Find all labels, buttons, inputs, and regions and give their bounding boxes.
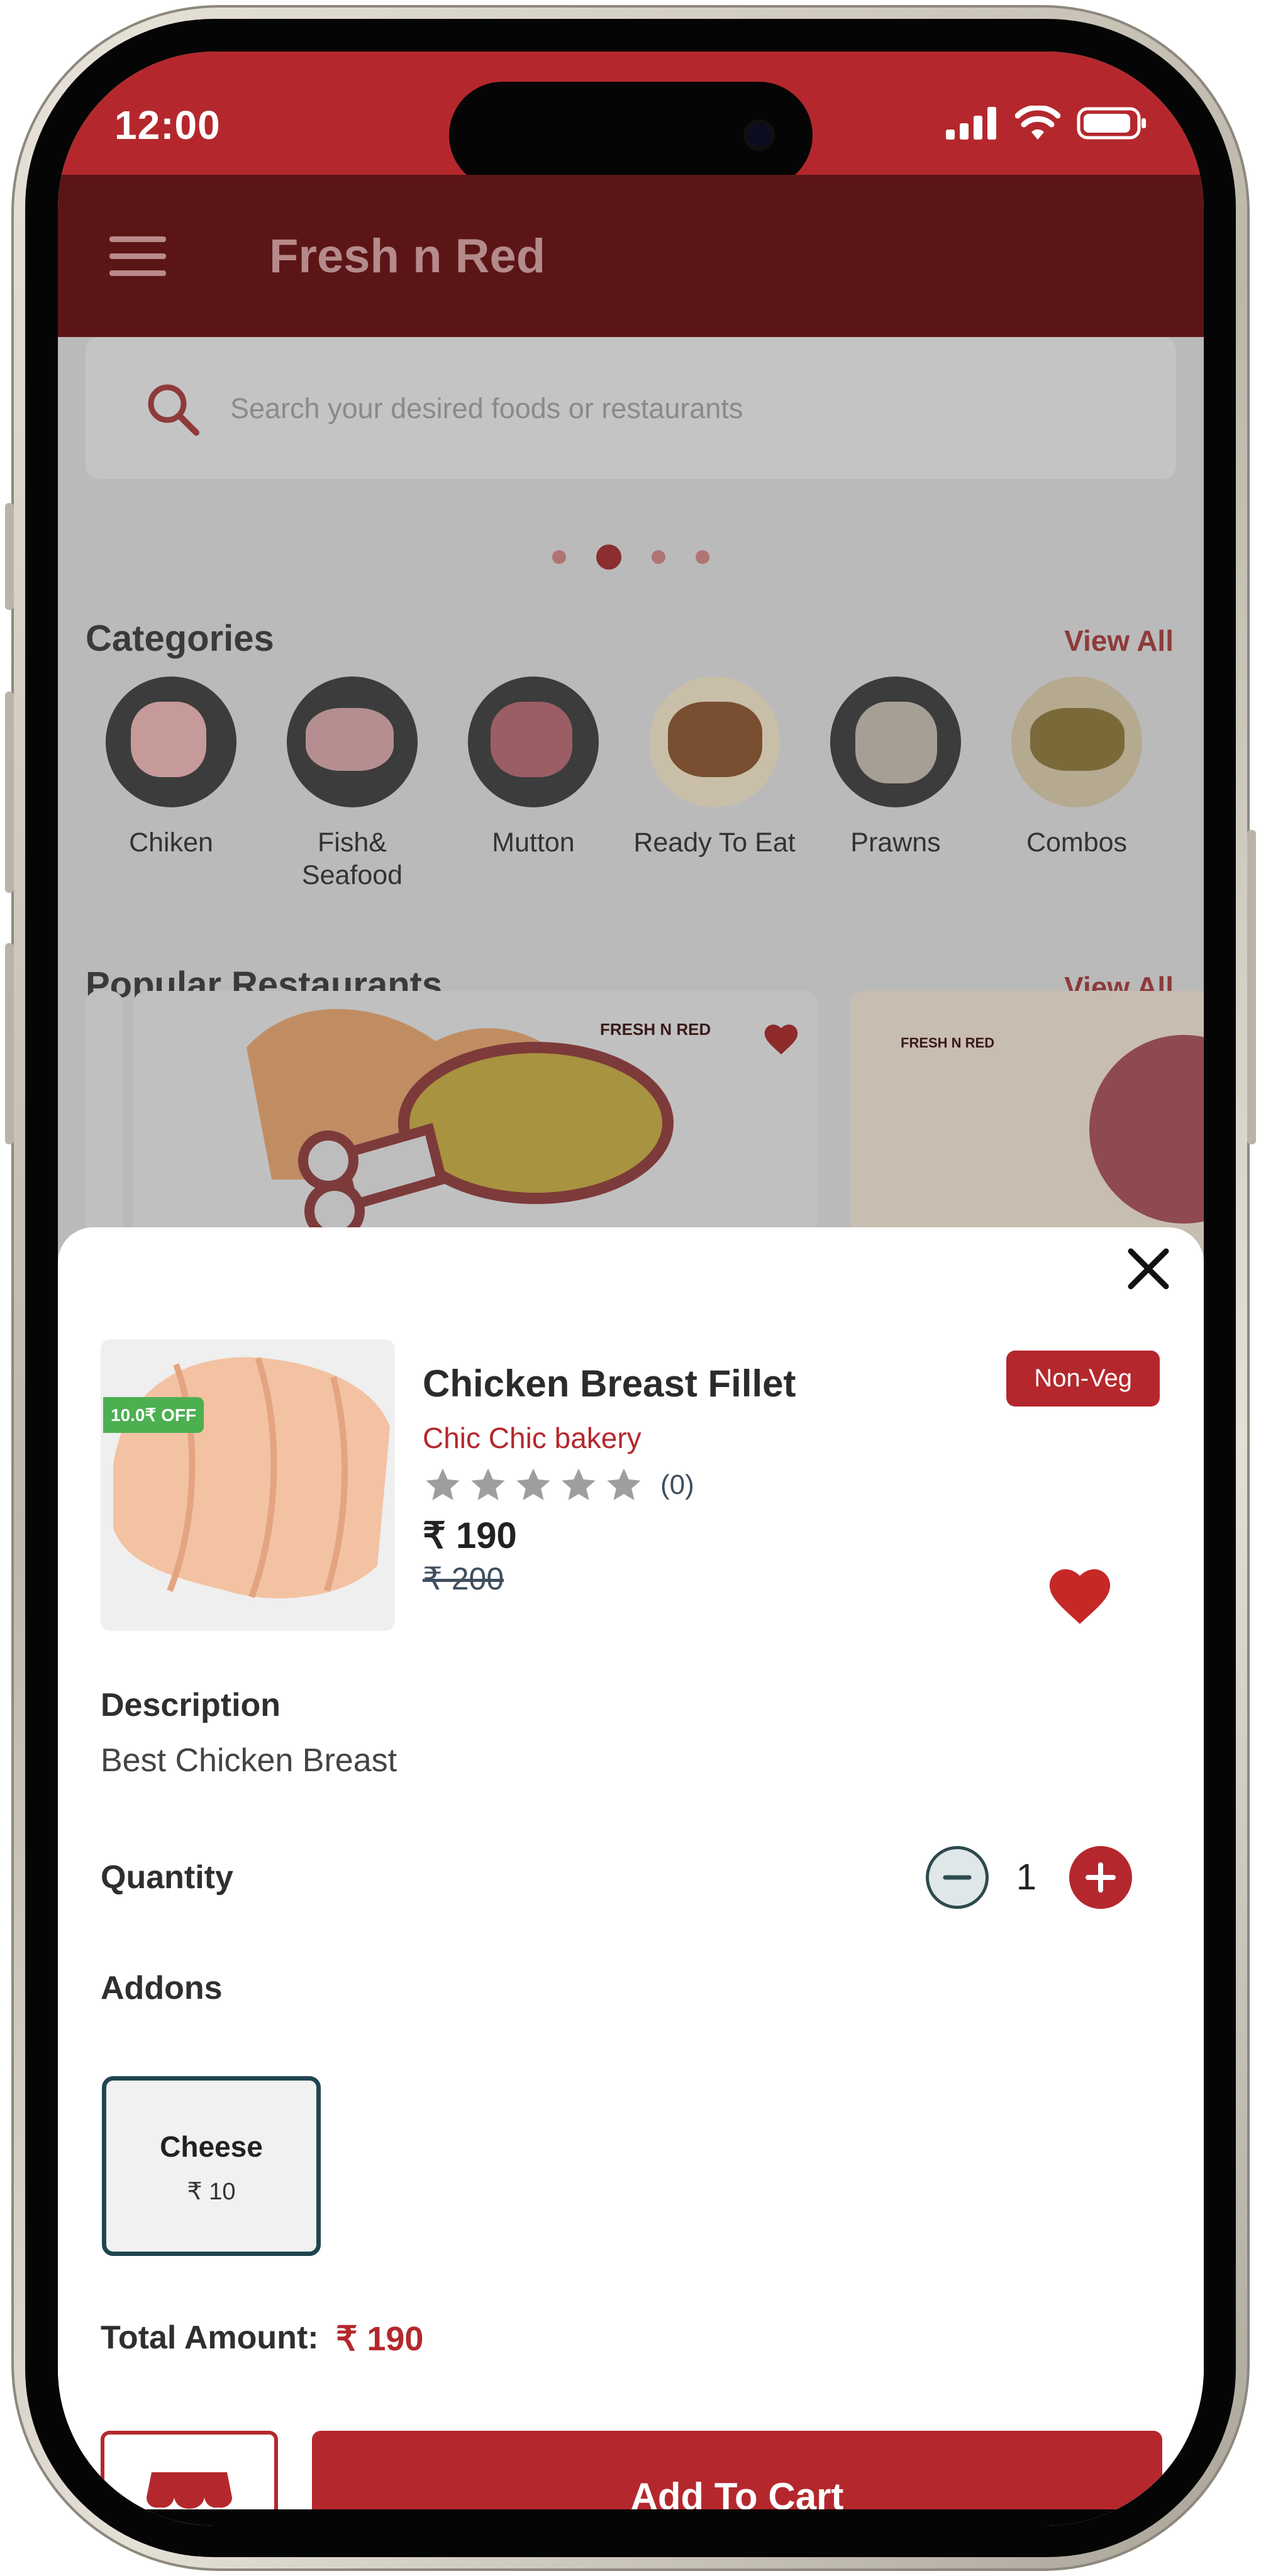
product-name: Chicken Breast Fillet (423, 1363, 796, 1405)
category-item-chiken[interactable]: Chiken (83, 677, 259, 892)
heart-icon[interactable] (1045, 1561, 1114, 1630)
screen-bottom-edge (58, 2509, 1204, 2526)
rating-count: (0) (660, 1469, 694, 1500)
quantity-increase-button[interactable] (1069, 1846, 1132, 1909)
quantity-label: Quantity (101, 1859, 233, 1896)
category-image (468, 677, 599, 807)
battery-icon (1077, 107, 1146, 140)
star-icon (516, 1468, 550, 1500)
status-icons (946, 106, 1147, 140)
category-item-prawns[interactable]: Prawns (808, 677, 984, 892)
app-bar: Fresh n Red (58, 175, 1204, 337)
heart-icon[interactable] (762, 1021, 800, 1056)
quantity-value: 1 (1016, 1857, 1036, 1898)
addon-price: ₹ 10 (187, 2179, 236, 2205)
category-item-combos[interactable]: Combos (989, 677, 1165, 892)
volume-up-button (5, 692, 14, 893)
carousel-dot-active[interactable] (596, 544, 621, 570)
close-icon[interactable] (1118, 1239, 1179, 1299)
chicken-fillet-image (113, 1357, 390, 1598)
restaurant-logo: FRESH N RED (901, 1035, 995, 1051)
category-label: Ready To Eat (633, 827, 796, 858)
category-label: Mutton (492, 827, 575, 858)
category-image (830, 677, 961, 807)
carousel-dot[interactable] (652, 550, 665, 564)
category-label: Combos (1026, 827, 1128, 858)
volume-down-button (5, 943, 14, 1144)
product-image: 10.0₹ OFF (101, 1339, 395, 1631)
search-icon (148, 384, 199, 436)
mute-switch (5, 503, 14, 610)
category-label: Prawns (850, 827, 941, 858)
wifi-icon (1015, 106, 1060, 140)
camera-icon (747, 123, 771, 147)
home-content: Search your desired foods or restaurants… (58, 337, 1204, 1318)
addons-label: Addons (101, 1970, 223, 2006)
rating-stars: (0) (423, 1465, 694, 1505)
menu-icon[interactable] (109, 236, 166, 277)
search-placeholder: Search your desired foods or restaurants (230, 392, 743, 424)
search-input[interactable]: Search your desired foods or restaurants (86, 337, 1176, 479)
category-image (649, 677, 780, 807)
category-label: Fish& Seafood (301, 827, 403, 890)
addon-option-cheese[interactable]: Cheese ₹ 10 (102, 2076, 321, 2256)
carousel-dot[interactable] (696, 550, 709, 564)
signal-icon (946, 107, 996, 140)
product-shop[interactable]: Chic Chic bakery (423, 1421, 642, 1455)
star-icon (426, 1468, 460, 1500)
addon-name: Cheese (160, 2130, 263, 2163)
category-image (1011, 677, 1142, 807)
minus-icon (943, 1875, 972, 1880)
quantity-decrease-button[interactable] (926, 1846, 989, 1909)
power-button (1247, 830, 1256, 1144)
description-label: Description (101, 1687, 281, 1723)
category-item-fish-seafood[interactable]: Fish& Seafood (264, 677, 440, 892)
carousel-dot[interactable] (552, 550, 566, 564)
product-old-price: ₹ 200 (423, 1561, 504, 1596)
category-image (106, 677, 236, 807)
category-item-ready-to-eat[interactable]: Ready To Eat (626, 677, 803, 892)
total-amount-label: Total Amount: (101, 2319, 319, 2356)
diet-tag: Non-Veg (1006, 1351, 1160, 1407)
screen: 12:00 Fresh n Red Search your desired fo… (58, 52, 1204, 2526)
product-price: ₹ 190 (423, 1515, 517, 1556)
star-icon (562, 1468, 596, 1500)
discount-badge: 10.0₹ OFF (103, 1397, 204, 1433)
product-bottom-sheet: 10.0₹ OFF Chicken Breast Fillet Chic Chi… (58, 1227, 1204, 2526)
category-image (287, 677, 418, 807)
star-icon (471, 1468, 505, 1500)
restaurant-logo: FRESH N RED (600, 1020, 711, 1039)
status-time: 12:00 (114, 102, 221, 148)
category-item-mutton[interactable]: Mutton (445, 677, 621, 892)
restaurant-banner-image (1089, 1035, 1204, 1224)
dynamic-island (449, 82, 813, 189)
categories-view-all-link[interactable]: View All (1064, 624, 1174, 658)
star-icon (607, 1468, 641, 1500)
plus-icon (1086, 1862, 1116, 1893)
categories-title: Categories (86, 618, 274, 659)
category-label: Chiken (129, 827, 213, 858)
carousel-indicator (58, 544, 1204, 570)
description-text: Best Chicken Breast (101, 1742, 397, 1779)
app-title: Fresh n Red (269, 229, 546, 283)
category-list: Chiken Fish& Seafood Mutton Ready To Eat (83, 677, 1204, 892)
total-amount-value: ₹ 190 (336, 2320, 424, 2358)
